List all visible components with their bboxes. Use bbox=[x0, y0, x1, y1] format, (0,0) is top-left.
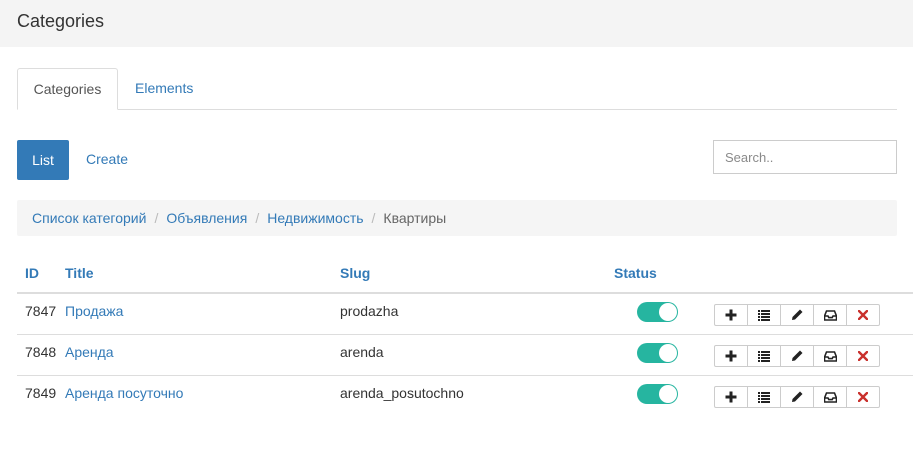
row-slug: arenda bbox=[340, 344, 384, 360]
page-title: Categories bbox=[17, 11, 105, 31]
list-button[interactable]: List bbox=[17, 140, 69, 180]
row-actions bbox=[714, 386, 881, 408]
row-id: 7849 bbox=[25, 385, 57, 401]
delete-button[interactable] bbox=[846, 304, 880, 326]
breadcrumb: Список категорий / Объявления / Недвижимость… bbox=[17, 200, 897, 236]
remove-icon bbox=[858, 351, 868, 361]
list-elements-button[interactable] bbox=[747, 386, 781, 408]
search-input[interactable] bbox=[713, 140, 897, 174]
plus-icon bbox=[725, 350, 737, 362]
column-header-status[interactable]: Status bbox=[614, 265, 657, 281]
archive-button[interactable] bbox=[813, 304, 847, 326]
tab-categories[interactable]: Categories bbox=[17, 68, 118, 110]
row-id: 7847 bbox=[25, 303, 57, 319]
remove-icon bbox=[858, 310, 868, 320]
row-title-link[interactable]: Аренда bbox=[65, 344, 114, 360]
row-title-link[interactable]: Аренда посуточно bbox=[65, 385, 183, 401]
edit-button[interactable] bbox=[780, 345, 814, 367]
row-actions bbox=[714, 345, 881, 367]
breadcrumb-separator: / bbox=[255, 210, 260, 226]
row-slug: arenda_posutochno bbox=[340, 385, 464, 401]
remove-icon bbox=[858, 392, 868, 402]
list-icon bbox=[758, 391, 770, 403]
table-header-divider bbox=[17, 292, 913, 294]
column-header-slug[interactable]: Slug bbox=[340, 265, 370, 281]
inbox-icon bbox=[823, 391, 837, 403]
create-link[interactable]: Create bbox=[86, 151, 128, 167]
breadcrumb-item-ads[interactable]: Объявления bbox=[166, 210, 247, 226]
inbox-icon bbox=[823, 350, 837, 362]
status-toggle[interactable] bbox=[637, 302, 678, 322]
pencil-icon bbox=[791, 350, 803, 362]
breadcrumb-item-real-estate[interactable]: Недвижимость bbox=[267, 210, 363, 226]
delete-button[interactable] bbox=[846, 345, 880, 367]
plus-icon bbox=[725, 309, 737, 321]
list-icon bbox=[758, 309, 770, 321]
row-divider bbox=[17, 334, 913, 335]
toggle-knob bbox=[659, 303, 677, 321]
toggle-knob bbox=[659, 344, 677, 362]
row-divider bbox=[17, 375, 913, 376]
page-header: Categories bbox=[0, 0, 913, 47]
add-child-button[interactable] bbox=[714, 345, 748, 367]
edit-button[interactable] bbox=[780, 304, 814, 326]
status-toggle[interactable] bbox=[637, 384, 678, 404]
row-title-link[interactable]: Продажа bbox=[65, 303, 123, 319]
column-header-title[interactable]: Title bbox=[65, 265, 94, 281]
edit-button[interactable] bbox=[780, 386, 814, 408]
archive-button[interactable] bbox=[813, 345, 847, 367]
breadcrumb-item-current: Квартиры bbox=[383, 210, 447, 226]
pencil-icon bbox=[791, 309, 803, 321]
plus-icon bbox=[725, 391, 737, 403]
row-slug: prodazha bbox=[340, 303, 399, 319]
column-header-id[interactable]: ID bbox=[25, 265, 39, 281]
status-toggle[interactable] bbox=[637, 343, 678, 363]
row-actions bbox=[714, 304, 881, 326]
pencil-icon bbox=[791, 391, 803, 403]
breadcrumb-separator: / bbox=[371, 210, 376, 226]
inbox-icon bbox=[823, 309, 837, 321]
delete-button[interactable] bbox=[846, 386, 880, 408]
list-icon bbox=[758, 350, 770, 362]
row-id: 7848 bbox=[25, 344, 57, 360]
list-elements-button[interactable] bbox=[747, 304, 781, 326]
tab-elements[interactable]: Elements bbox=[119, 68, 209, 110]
archive-button[interactable] bbox=[813, 386, 847, 408]
toggle-knob bbox=[659, 385, 677, 403]
add-child-button[interactable] bbox=[714, 386, 748, 408]
breadcrumb-separator: / bbox=[154, 210, 159, 226]
add-child-button[interactable] bbox=[714, 304, 748, 326]
list-elements-button[interactable] bbox=[747, 345, 781, 367]
tab-bar: Categories Elements bbox=[17, 68, 897, 110]
breadcrumb-item-categories-list[interactable]: Список категорий bbox=[32, 210, 146, 226]
